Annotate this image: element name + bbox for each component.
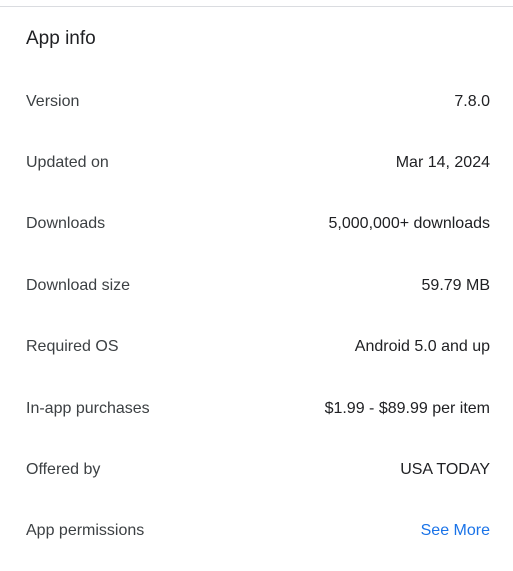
- in-app-purchases-label: In-app purchases: [26, 399, 150, 417]
- offered-by-value: USA TODAY: [400, 461, 490, 479]
- version-label: Version: [26, 92, 80, 110]
- info-row-download-size: Download size 59.79 MB: [0, 255, 513, 316]
- updated-on-value: Mar 14, 2024: [395, 154, 490, 172]
- see-more-link[interactable]: See More: [421, 521, 490, 541]
- version-value: 7.8.0: [454, 92, 490, 110]
- app-info-list: Version 7.8.0 Updated on Mar 14, 2024 Do…: [0, 71, 513, 562]
- info-row-offered-by: Offered by USA TODAY: [0, 439, 513, 500]
- top-divider: [0, 6, 513, 7]
- info-row-in-app-purchases: In-app purchases $1.99 - $89.99 per item: [0, 378, 513, 439]
- updated-on-label: Updated on: [26, 154, 109, 172]
- required-os-label: Required OS: [26, 338, 119, 356]
- downloads-value: 5,000,000+ downloads: [328, 215, 490, 233]
- info-row-app-permissions: App permissions See More: [0, 501, 513, 562]
- download-size-value: 59.79 MB: [421, 276, 490, 294]
- info-row-updated-on: Updated on Mar 14, 2024: [0, 132, 513, 193]
- section-title: App info: [26, 28, 96, 49]
- offered-by-label: Offered by: [26, 461, 101, 479]
- app-permissions-label: App permissions: [26, 522, 145, 540]
- info-row-required-os: Required OS Android 5.0 and up: [0, 317, 513, 378]
- downloads-label: Downloads: [26, 215, 106, 233]
- download-size-label: Download size: [26, 276, 131, 294]
- info-row-downloads: Downloads 5,000,000+ downloads: [0, 194, 513, 255]
- info-row-version: Version 7.8.0: [0, 71, 513, 132]
- required-os-value: Android 5.0 and up: [354, 338, 490, 356]
- in-app-purchases-value: $1.99 - $89.99 per item: [324, 399, 490, 417]
